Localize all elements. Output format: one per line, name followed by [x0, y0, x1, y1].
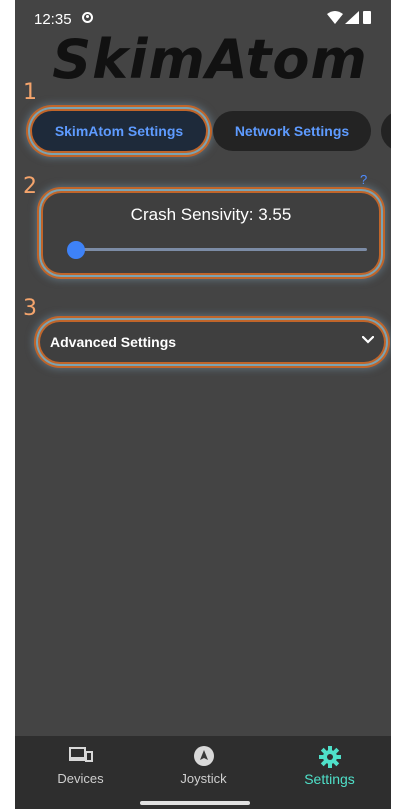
tab-network-settings[interactable]: Network Settings: [213, 111, 371, 151]
status-icons: [323, 10, 383, 26]
signal-icon: [345, 11, 359, 24]
battery-icon: [363, 11, 371, 24]
joystick-icon: [194, 746, 214, 766]
advanced-settings-dropdown[interactable]: Advanced Settings: [40, 322, 384, 362]
tab-more[interactable]: [381, 111, 391, 151]
notification-icon: [82, 12, 93, 23]
gear-icon: [319, 746, 341, 768]
step-number-3: 3: [23, 296, 37, 321]
home-indicator[interactable]: [140, 801, 250, 805]
app-title: SkimAtom: [52, 28, 368, 91]
crash-sensitivity-slider[interactable]: [67, 241, 367, 259]
chevron-down-icon: [362, 336, 374, 344]
nav-label-joystick: Joystick: [180, 771, 227, 786]
step-number-1: 1: [23, 80, 37, 105]
nav-item-joystick[interactable]: Joystick: [141, 736, 266, 796]
step-number-2: 2: [23, 174, 37, 199]
advanced-settings-label: Advanced Settings: [50, 334, 177, 350]
slider-thumb[interactable]: [67, 241, 85, 259]
devices-icon: [69, 747, 93, 762]
app-screen: 12:35 SkimAtom 1 2 3 SkimAtom Settings N…: [15, 0, 391, 809]
crash-sensitivity-label: Crash Sensivity: 3.55: [130, 205, 292, 224]
tab-skimatom-settings[interactable]: SkimAtom Settings: [32, 111, 206, 151]
crash-sensitivity-card: Crash Sensivity: 3.55: [43, 193, 379, 273]
nav-item-settings[interactable]: Settings: [267, 736, 391, 796]
help-icon[interactable]: ?: [360, 172, 367, 187]
status-time: 12:35: [34, 11, 72, 28]
wifi-icon: [327, 11, 343, 24]
bottom-nav: Devices Joystick Settings: [15, 736, 391, 809]
nav-item-devices[interactable]: Devices: [18, 736, 143, 796]
nav-label-devices: Devices: [57, 771, 104, 786]
nav-label-settings: Settings: [304, 771, 355, 787]
